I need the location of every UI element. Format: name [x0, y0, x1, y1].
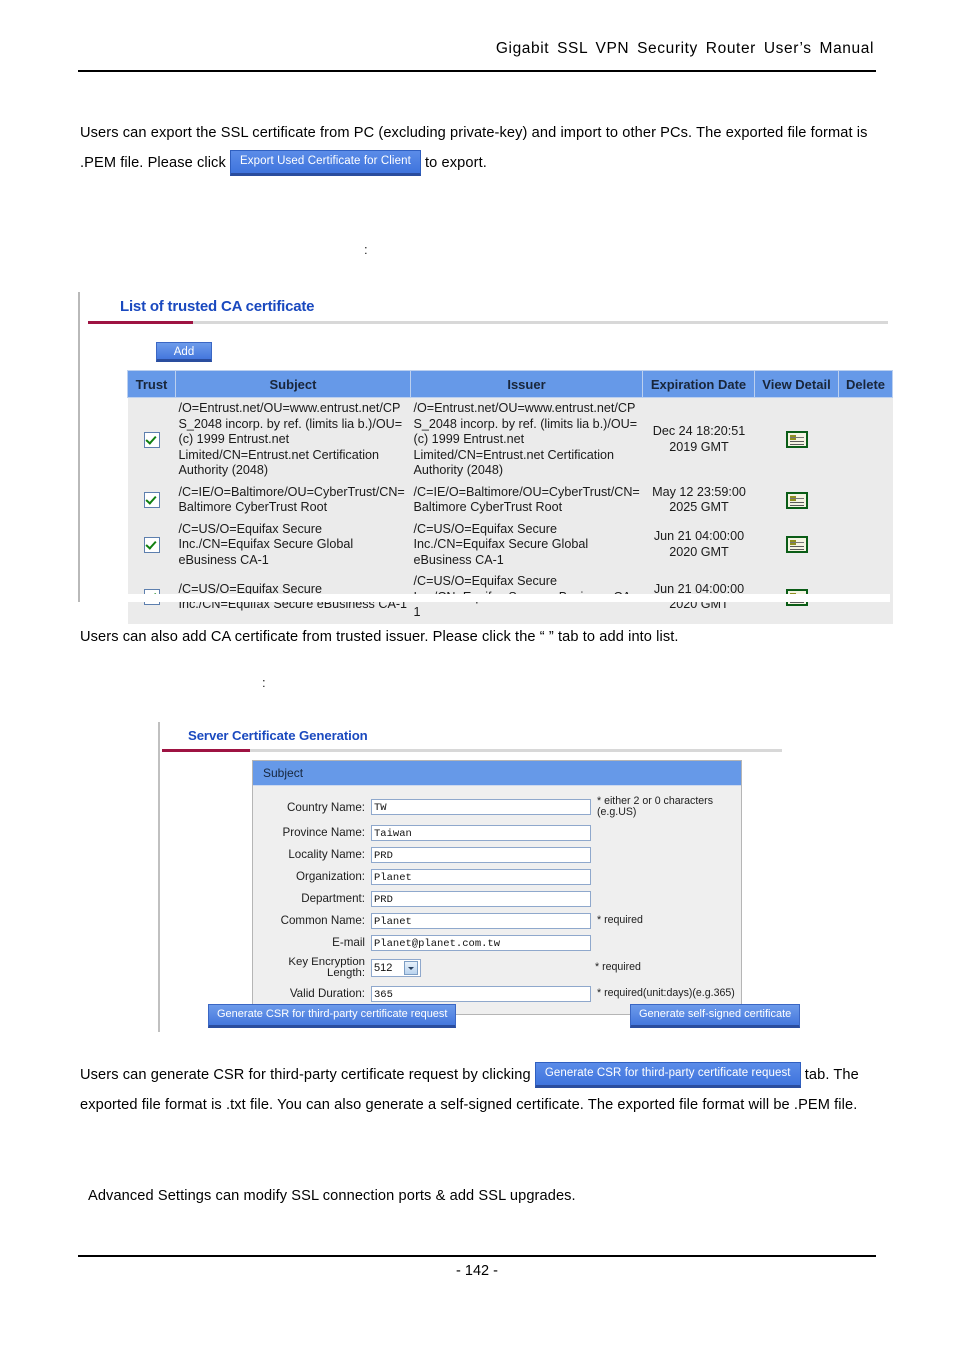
field-row-department: Department: PRD	[253, 888, 741, 909]
generate-csr-button[interactable]: Generate CSR for third-party certificate…	[208, 1004, 457, 1028]
field-row-organization: Organization: Planet	[253, 866, 741, 887]
trust-checkbox[interactable]	[144, 492, 160, 508]
expiration-line-1: Dec 24 18:20:51	[652, 424, 746, 439]
table-row: /C=IE/O=Baltimore/OU=CyberTrust/CN=Balti…	[127, 481, 893, 519]
screenshot-crop-edge	[80, 594, 890, 602]
field-row-key-encryption-length: Key Encryption Length: 512 * required	[253, 954, 741, 982]
header-divider	[78, 70, 876, 72]
table-row: /O=Entrust.net/OU=www.entrust.net/CPS_20…	[127, 397, 893, 482]
field-row-province-name: Province Name: Taiwan	[253, 822, 741, 843]
add-ca-button[interactable]: Add	[156, 342, 212, 362]
valid-duration-input[interactable]: 365	[371, 985, 591, 1002]
label-common-name: Common Name:	[280, 914, 365, 927]
list-marker-colon-2: :	[262, 675, 266, 690]
col-expiration-date: Expiration Date	[642, 370, 755, 398]
trust-checkbox[interactable]	[144, 536, 160, 553]
certificate-icon[interactable]	[786, 431, 808, 449]
field-row-valid-duration: Valid Duration: 365 * required(unit:days…	[253, 983, 741, 1004]
chevron-down-icon[interactable]	[404, 961, 418, 975]
col-trust: Trust	[127, 370, 176, 398]
label-key-encryption-length: Key Encryption Length:	[253, 956, 371, 980]
label-organization: Organization:	[296, 870, 365, 883]
hint-common-name: * required	[597, 913, 643, 926]
csr-paragraph: Users can generate CSR for third-party c…	[80, 1060, 880, 1120]
hint-line-2: (e.g.US)	[597, 806, 637, 818]
cell-issuer: /C=US/O=Equifax Secure Inc./CN=Equifax S…	[410, 518, 643, 571]
field-row-email: E-mail Planet@planet.com.tw	[253, 932, 741, 953]
field-row-common-name: Common Name: Planet * required	[253, 910, 741, 931]
scg-panel-title-underline	[162, 749, 782, 752]
table-row: /C=US/O=Equifax Secure Inc./CN=Equifax S…	[127, 518, 893, 571]
expiration-line-1: May 12 23:59:00	[652, 484, 746, 499]
cell-expiration: Dec 24 18:20:51 2019 GMT	[642, 397, 755, 482]
page-header-title: Gigabit SSL VPN Security Router User’s M…	[495, 40, 874, 57]
department-input[interactable]: PRD	[371, 890, 591, 907]
ca-panel-title: List of trusted CA certificate	[120, 298, 315, 315]
cell-delete[interactable]	[838, 397, 893, 482]
col-delete: Delete	[838, 370, 893, 398]
subject-form-fields: Country Name: TW * either 2 or 0 charact…	[253, 786, 741, 1014]
expiration-line-2: 2019 GMT	[669, 439, 729, 454]
advanced-settings-paragraph: Advanced Settings can modify SSL connect…	[88, 1188, 576, 1204]
cell-issuer: /O=Entrust.net/OU=www.entrust.net/CPS_20…	[410, 397, 643, 482]
generate-csr-inline-button[interactable]: Generate CSR for third-party certificate…	[534, 1061, 801, 1089]
subject-form-box: Subject Country Name: TW * either 2 or 0…	[252, 760, 742, 1015]
label-country-name: Country Name:	[287, 800, 365, 814]
label-province-name: Province Name:	[282, 826, 365, 839]
subject-section-header: Subject	[253, 761, 741, 786]
label-line-2: Length:	[326, 967, 365, 979]
server-certificate-generation-screenshot: Server Certificate Generation Subject Co…	[158, 722, 890, 1032]
cell-expiration: May 12 23:59:00 2025 GMT	[642, 481, 755, 519]
certificate-icon[interactable]	[786, 536, 808, 554]
field-row-country-name: Country Name: TW * either 2 or 0 charact…	[253, 793, 741, 821]
cell-subject: /C=IE/O=Baltimore/OU=CyberTrust/CN=Balti…	[175, 481, 411, 519]
key-encryption-length-select[interactable]: 512	[371, 959, 421, 977]
csr-text-1: Users can generate CSR for third-party c…	[80, 1067, 531, 1083]
footer-divider	[78, 1255, 876, 1257]
country-name-input[interactable]: TW	[371, 799, 591, 815]
hint-key-encryption-length: * required	[595, 961, 641, 974]
generate-self-signed-certificate-button[interactable]: Generate self-signed certificate	[630, 1004, 801, 1028]
expiration-line-1: Jun 21 04:00:00	[653, 529, 745, 544]
email-input[interactable]: Planet@planet.com.tw	[371, 934, 591, 951]
list-marker-colon-1: :	[364, 242, 368, 257]
common-name-input[interactable]: Planet	[371, 912, 591, 929]
label-valid-duration: Valid Duration:	[289, 987, 365, 1000]
cell-issuer: /C=IE/O=Baltimore/OU=CyberTrust/CN=Balti…	[410, 481, 643, 519]
expiration-line-2: 2025 GMT	[669, 500, 729, 514]
organization-input[interactable]: Planet	[371, 868, 591, 885]
cell-subject: /C=US/O=Equifax Secure Inc./CN=Equifax S…	[175, 518, 411, 571]
export-intro-text-2: to export.	[425, 155, 487, 171]
label-department: Department:	[301, 892, 365, 905]
col-subject: Subject	[175, 370, 411, 398]
trust-checkbox[interactable]	[144, 431, 160, 448]
certificate-icon[interactable]	[786, 491, 808, 509]
table-header-row: Trust Subject Issuer Expiration Date Vie…	[127, 370, 893, 398]
label-email: E-mail	[332, 936, 365, 949]
province-name-input[interactable]: Taiwan	[371, 824, 591, 841]
col-view-detail: View Detail	[754, 370, 839, 398]
label-locality-name: Locality Name:	[288, 848, 365, 861]
hint-valid-duration: * required(unit:days)(e.g.365)	[597, 986, 735, 999]
ca-certificate-table: Trust Subject Issuer Expiration Date Vie…	[127, 370, 893, 624]
cell-subject: /O=Entrust.net/OU=www.entrust.net/CPS_20…	[175, 397, 411, 482]
export-intro-paragraph: Users can export the SSL certificate fro…	[80, 118, 880, 178]
add-ca-paragraph: Users can also add CA certificate from t…	[80, 629, 679, 645]
expiration-line-2: 2020 GMT	[669, 544, 729, 559]
key-encryption-length-value: 512	[374, 961, 393, 974]
field-row-locality-name: Locality Name: PRD	[253, 844, 741, 865]
locality-name-input[interactable]: PRD	[371, 846, 591, 863]
export-used-certificate-button[interactable]: Export Used Certificate for Client	[230, 149, 421, 177]
ca-panel-title-underline	[88, 321, 888, 324]
page-number: - 142 -	[456, 1263, 498, 1279]
scg-panel-title: Server Certificate Generation	[188, 728, 368, 743]
cell-expiration: Jun 21 04:00:00 2020 GMT	[642, 518, 755, 571]
cell-delete[interactable]	[838, 518, 893, 571]
col-issuer: Issuer	[410, 370, 643, 398]
ca-certificate-screenshot: List of trusted CA certificate Add Trust…	[78, 292, 893, 624]
cell-delete[interactable]	[838, 481, 893, 519]
hint-country-name: * either 2 or 0 characters (e.g.US)	[591, 795, 713, 819]
